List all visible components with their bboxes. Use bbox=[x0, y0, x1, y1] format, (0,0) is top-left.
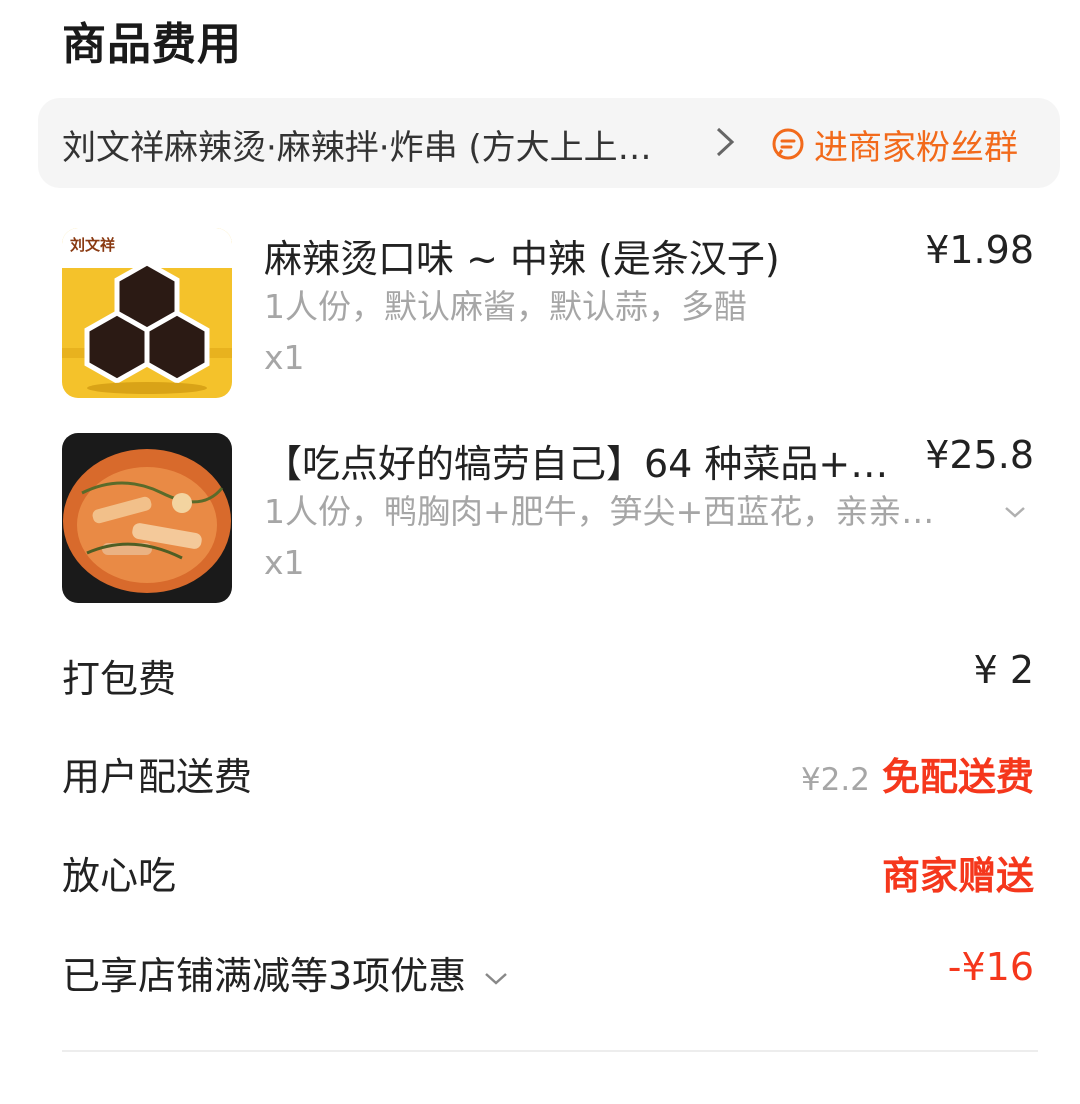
discount-value: -¥16 bbox=[947, 945, 1034, 989]
item-image-logo-text: 刘文祥 bbox=[70, 236, 116, 254]
item-qty: x1 bbox=[264, 543, 305, 582]
chat-bubble-icon bbox=[772, 128, 804, 160]
delivery-fee-label: 用户配送费 bbox=[62, 755, 253, 799]
delivery-fee-row: 用户配送费 ¥2.2 免配送费 bbox=[0, 746, 1080, 806]
store-bar[interactable]: 刘文祥麻辣烫·麻辣拌·炸串 (方大上上… 进商家粉丝群 bbox=[38, 98, 1060, 188]
delivery-fee-free: 免配送费 bbox=[881, 755, 1034, 799]
order-item[interactable]: 刘文祥 麻辣烫口味 ~ 中辣 (是条汉子) ¥1.98 1人份，默认麻酱，默认蒜… bbox=[0, 228, 1080, 408]
worry-free-row: 放心吃 商家赠送 bbox=[0, 845, 1080, 905]
discount-row[interactable]: 已享店铺满减等3项优惠 -¥16 bbox=[0, 945, 1080, 1005]
packing-fee-value: ¥ 2 bbox=[973, 648, 1034, 692]
worry-free-label: 放心吃 bbox=[62, 854, 177, 898]
item-image[interactable]: 刘文祥 bbox=[62, 228, 232, 398]
item-name: 【吃点好的犒劳自己】64 种菜品+… bbox=[264, 442, 889, 486]
chevron-right-icon[interactable] bbox=[710, 125, 740, 159]
item-spec: 1人份，默认麻酱，默认蒜，多醋 bbox=[264, 287, 747, 326]
item-qty: x1 bbox=[264, 338, 305, 377]
packing-fee-row: 打包费 ¥ 2 bbox=[0, 648, 1080, 708]
item-name: 麻辣烫口味 ~ 中辣 (是条汉子) bbox=[264, 237, 780, 281]
section-title: 商品费用 bbox=[62, 19, 242, 70]
order-item[interactable]: 【吃点好的犒劳自己】64 种菜品+… ¥25.8 1人份，鸭胸肉+肥牛，笋尖+西… bbox=[0, 433, 1080, 613]
store-name[interactable]: 刘文祥麻辣烫·麻辣拌·炸串 (方大上上… bbox=[62, 120, 652, 169]
worry-free-value: 商家赠送 bbox=[881, 854, 1034, 898]
fan-group-label: 进商家粉丝群 bbox=[814, 128, 1018, 168]
item-image[interactable] bbox=[62, 433, 232, 603]
chevron-down-icon[interactable] bbox=[1002, 503, 1028, 521]
delivery-fee-value-group: ¥2.2 免配送费 bbox=[801, 746, 1034, 801]
discount-label-text: 已享店铺满减等3项优惠 bbox=[62, 954, 467, 998]
item-price: ¥25.8 bbox=[925, 433, 1034, 477]
packing-fee-label: 打包费 bbox=[62, 657, 177, 701]
item-price: ¥1.98 bbox=[925, 228, 1034, 272]
chevron-down-icon[interactable] bbox=[482, 969, 510, 989]
fee-card: 商品费用 刘文祥麻辣烫·麻辣拌·炸串 (方大上上… 进商家粉丝群 刘文祥 麻辣烫… bbox=[0, 0, 1080, 1104]
item-spec: 1人份，鸭胸肉+肥牛，笋尖+西蓝花，亲亲… bbox=[264, 492, 935, 531]
divider bbox=[62, 1050, 1038, 1052]
discount-label[interactable]: 已享店铺满减等3项优惠 bbox=[62, 945, 510, 1000]
delivery-fee-original: ¥2.2 bbox=[800, 762, 870, 798]
